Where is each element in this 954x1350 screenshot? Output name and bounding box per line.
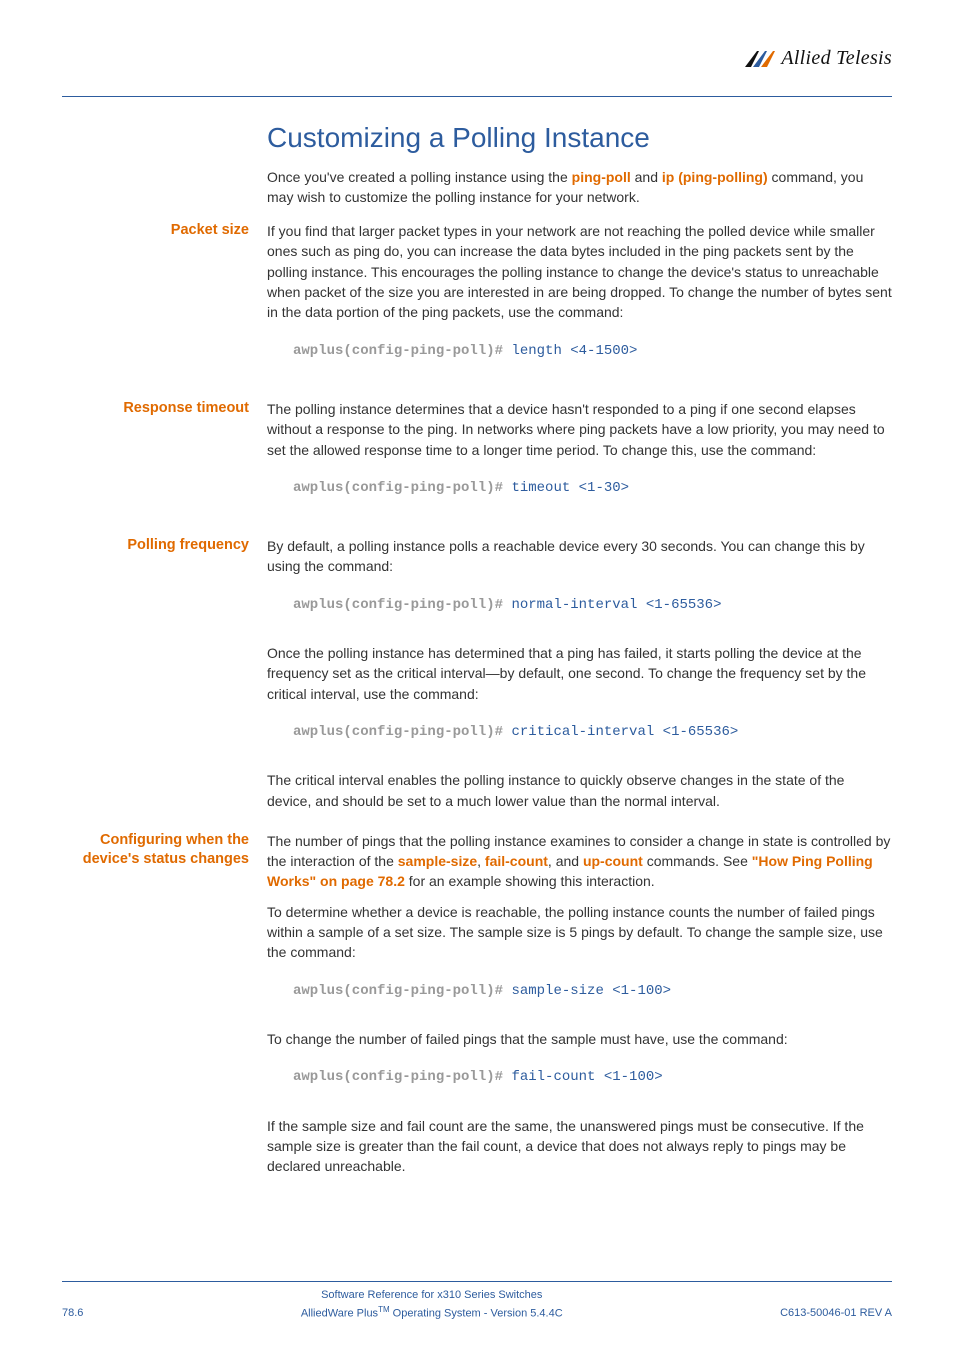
section-response-timeout: Response timeout The polling instance de…	[62, 399, 892, 526]
cmd-critical-interval: critical-interval <1-65536>	[511, 724, 738, 740]
polling-frequency-para2: Once the polling instance has determined…	[267, 643, 892, 704]
footer-line1: Software Reference for x310 Series Switc…	[83, 1287, 780, 1304]
intro-pre: Once you've created a polling instance u…	[267, 169, 572, 185]
footer-center: Software Reference for x310 Series Switc…	[83, 1287, 780, 1322]
label-response-timeout: Response timeout	[62, 399, 267, 526]
response-timeout-para: The polling instance determines that a d…	[267, 399, 892, 460]
code-fail-count: awplus(config-ping-poll)# fail-count <1-…	[293, 1067, 892, 1087]
top-rule	[62, 96, 892, 97]
code-sample-size: awplus(config-ping-poll)# sample-size <1…	[293, 981, 892, 1001]
footer-line2-pre: AlliedWare Plus	[301, 1308, 378, 1320]
prompt: awplus(config-ping-poll)#	[293, 343, 511, 359]
prompt: awplus(config-ping-poll)#	[293, 480, 511, 496]
prompt: awplus(config-ping-poll)#	[293, 597, 511, 613]
footer-line2: AlliedWare PlusTM Operating System - Ver…	[83, 1304, 780, 1322]
header-logo: Allied Telesis	[745, 44, 892, 73]
footer-line2-post: Operating System - Version 5.4.4C	[390, 1308, 563, 1320]
bottom-rule	[62, 1281, 892, 1282]
polling-frequency-para3: The critical interval enables the pollin…	[267, 770, 892, 811]
page-content: Customizing a Polling Instance Once you'…	[62, 118, 892, 1196]
code-critical-interval: awplus(config-ping-poll)# critical-inter…	[293, 722, 892, 742]
intro-paragraph: Once you've created a polling instance u…	[267, 167, 892, 208]
section-configuring: Configuring when the device's status cha…	[62, 831, 892, 1187]
section-packet-size: Packet size If you find that larger pack…	[62, 221, 892, 389]
footer-revision: C613-50046-01 REV A	[780, 1306, 892, 1322]
cfg-sep1: ,	[477, 853, 485, 869]
prompt: awplus(config-ping-poll)#	[293, 724, 511, 740]
link-ping-poll[interactable]: ping-poll	[572, 169, 631, 185]
code-timeout: awplus(config-ping-poll)# timeout <1-30>	[293, 478, 892, 498]
cmd-length: length <4-1500>	[511, 343, 637, 359]
polling-frequency-para1: By default, a polling instance polls a r…	[267, 536, 892, 577]
cmd-fail-count: fail-count <1-100>	[511, 1069, 662, 1085]
allied-telesis-logo-icon	[745, 51, 775, 67]
label-polling-frequency: Polling frequency	[62, 536, 267, 821]
footer-tm: TM	[378, 1305, 390, 1314]
code-length: awplus(config-ping-poll)# length <4-1500…	[293, 341, 892, 361]
configuring-para1: The number of pings that the polling ins…	[267, 831, 892, 892]
cfg-mid: commands. See	[643, 853, 752, 869]
link-up-count[interactable]: up-count	[583, 853, 643, 869]
configuring-para4: If the sample size and fail count are th…	[267, 1116, 892, 1177]
cfg-sep2: , and	[548, 853, 583, 869]
page-footer: 78.6 Software Reference for x310 Series …	[62, 1287, 892, 1322]
code-normal-interval: awplus(config-ping-poll)# normal-interva…	[293, 595, 892, 615]
section-polling-frequency: Polling frequency By default, a polling …	[62, 536, 892, 821]
link-ip-ping-polling[interactable]: ip (ping-polling)	[662, 169, 768, 185]
link-sample-size[interactable]: sample-size	[398, 853, 477, 869]
intro-mid1: and	[631, 169, 662, 185]
configuring-para3: To change the number of failed pings tha…	[267, 1029, 892, 1049]
cmd-sample-size: sample-size <1-100>	[511, 983, 671, 999]
footer-page-number: 78.6	[62, 1306, 83, 1322]
cfg-p1-post: for an example showing this interaction.	[405, 873, 655, 889]
packet-size-para: If you find that larger packet types in …	[267, 221, 892, 322]
prompt: awplus(config-ping-poll)#	[293, 1069, 511, 1085]
configuring-para2: To determine whether a device is reachab…	[267, 902, 892, 963]
cmd-timeout: timeout <1-30>	[511, 480, 629, 496]
cmd-normal-interval: normal-interval <1-65536>	[511, 597, 721, 613]
prompt: awplus(config-ping-poll)#	[293, 983, 511, 999]
link-fail-count[interactable]: fail-count	[485, 853, 548, 869]
brand-name: Allied Telesis	[781, 44, 892, 73]
page-title: Customizing a Polling Instance	[267, 118, 892, 159]
label-packet-size: Packet size	[62, 221, 267, 389]
label-configuring: Configuring when the device's status cha…	[62, 831, 267, 1187]
